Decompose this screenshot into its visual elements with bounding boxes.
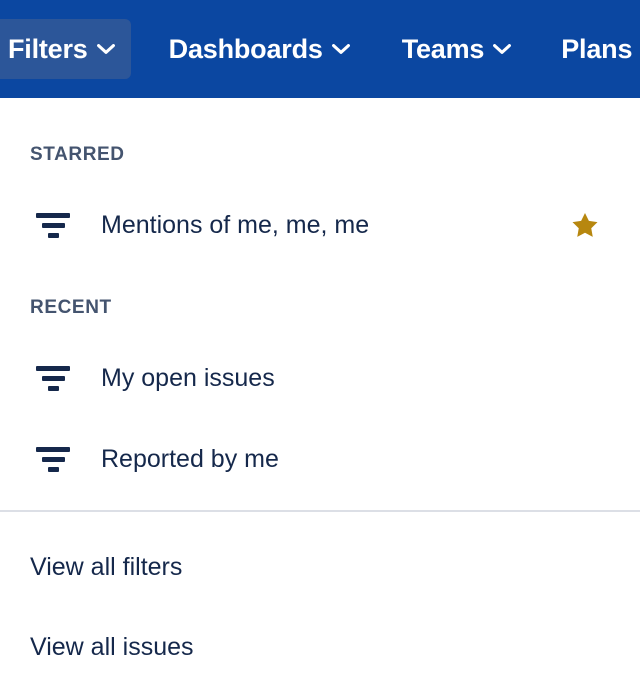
nav-item-teams-label: Teams — [401, 33, 485, 64]
menu-item-label: View all issues — [30, 632, 194, 661]
nav-item-plans-label: Plans — [561, 33, 633, 64]
nav-item-filters-label: Filters — [8, 33, 88, 64]
section-header-recent: RECENT — [30, 297, 112, 318]
chevron-down-icon — [493, 43, 512, 55]
nav-item-plans[interactable]: Plans — [545, 19, 640, 79]
section-header-starred: STARRED — [30, 144, 125, 165]
filter-icon — [30, 209, 76, 241]
nav-item-teams[interactable]: Teams — [386, 19, 528, 79]
menu-item-mentions-of-me[interactable]: Mentions of me, me, me — [0, 199, 640, 251]
menu-item-label: View all filters — [30, 552, 183, 581]
menu-divider — [0, 510, 640, 512]
chevron-down-icon — [96, 43, 115, 55]
nav-item-dashboards-label: Dashboards — [168, 33, 323, 64]
nav-item-filters[interactable]: Filters — [0, 19, 131, 79]
menu-item-view-all-issues[interactable]: View all issues — [0, 622, 640, 672]
menu-item-label: My open issues — [101, 363, 275, 392]
filters-dropdown-panel: STARRED Mentions of me, me, me RECENT My… — [0, 98, 640, 696]
star-filled-icon[interactable] — [570, 210, 600, 240]
menu-item-label: Reported by me — [101, 444, 279, 473]
menu-item-view-all-filters[interactable]: View all filters — [0, 542, 640, 592]
top-navigation-bar: Filters Dashboards Teams Plans — [0, 0, 640, 98]
menu-item-reported-by-me[interactable]: Reported by me — [0, 433, 640, 485]
filter-icon — [30, 443, 76, 475]
chevron-down-icon — [331, 43, 350, 55]
nav-item-dashboards[interactable]: Dashboards — [153, 19, 366, 79]
menu-item-my-open-issues[interactable]: My open issues — [0, 352, 640, 404]
jira-filters-menu-screen: Filters Dashboards Teams Plans STARRED M… — [0, 0, 640, 696]
menu-item-label: Mentions of me, me, me — [101, 210, 370, 239]
filter-icon — [30, 362, 76, 394]
